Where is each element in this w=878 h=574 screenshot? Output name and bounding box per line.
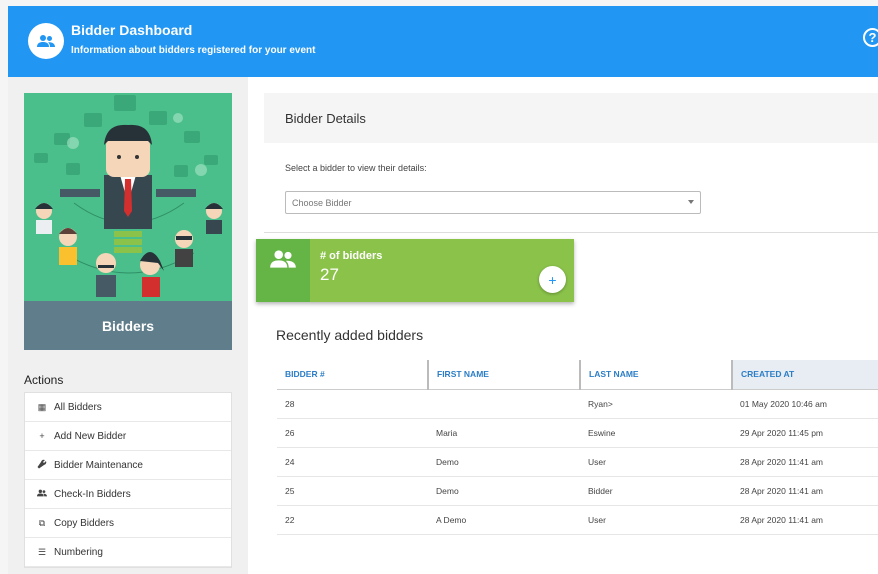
- cell-first-name: Demo: [428, 476, 580, 506]
- cell-created-at: 28 Apr 2020 11:41 am: [732, 505, 878, 535]
- bidder-count-card: # of bidders 27 +: [256, 239, 574, 302]
- cell-first-name: Demo: [428, 447, 580, 477]
- cell-bidder-number: 24: [277, 447, 428, 477]
- column-header-bidder-number[interactable]: BIDDER #: [277, 360, 428, 390]
- select-placeholder: Choose Bidder: [292, 197, 352, 208]
- cell-bidder-number: 22: [277, 505, 428, 535]
- table-row[interactable]: 25 Demo Bidder 28 Apr 2020 11:41 am: [277, 476, 878, 506]
- table-header-row: BIDDER # FIRST NAME LAST NAME CREATED AT: [277, 360, 878, 390]
- action-copy-bidders[interactable]: ⧉ Copy Bidders: [25, 509, 231, 538]
- stat-label: # of bidders: [320, 250, 383, 262]
- bidder-details-card: Bidder Details: [264, 93, 878, 143]
- chevron-down-icon: [688, 200, 694, 204]
- help-icon[interactable]: ?: [863, 28, 878, 47]
- actions-title: Actions: [24, 373, 64, 387]
- stat-value: 27: [320, 265, 339, 284]
- column-header-created-at[interactable]: CREATED AT: [731, 360, 878, 390]
- action-label: Copy Bidders: [54, 517, 115, 529]
- cell-first-name: [428, 389, 580, 419]
- copy-icon: ⧉: [38, 517, 46, 528]
- cell-created-at: 28 Apr 2020 11:41 am: [732, 476, 878, 506]
- table-row[interactable]: 24 Demo User 28 Apr 2020 11:41 am: [277, 447, 878, 477]
- cell-bidder-number: 28: [277, 389, 428, 419]
- action-bidder-maintenance[interactable]: Bidder Maintenance: [25, 451, 231, 480]
- bidders-hero[interactable]: Bidders: [24, 93, 232, 350]
- action-add-new-bidder[interactable]: + Add New Bidder: [25, 422, 231, 451]
- cell-last-name: Eswine: [580, 418, 732, 448]
- table-row[interactable]: 26 Maria Eswine 29 Apr 2020 11:45 pm: [277, 418, 878, 448]
- recent-bidders-table: BIDDER # FIRST NAME LAST NAME CREATED AT…: [277, 360, 878, 535]
- action-label: Numbering: [54, 546, 103, 558]
- cell-last-name: Ryan>: [580, 389, 732, 419]
- people-icon: [270, 250, 296, 268]
- choose-bidder-select[interactable]: Choose Bidder: [285, 191, 701, 214]
- left-column: Bidders Actions ▦ All Bidders + Add New …: [8, 77, 248, 574]
- cell-last-name: Bidder: [580, 476, 732, 506]
- cell-last-name: User: [580, 447, 732, 477]
- stat-icon-area: [256, 239, 310, 302]
- cell-last-name: User: [580, 505, 732, 535]
- column-header-last-name[interactable]: LAST NAME: [579, 360, 732, 390]
- cell-first-name: Maria: [428, 418, 580, 448]
- divider: [264, 232, 878, 233]
- action-label: Add New Bidder: [54, 430, 127, 442]
- cell-created-at: 29 Apr 2020 11:45 pm: [732, 418, 878, 448]
- select-bidder-label: Select a bidder to view their details:: [285, 163, 427, 173]
- cell-created-at: 01 May 2020 10:46 am: [732, 389, 878, 419]
- hero-caption: Bidders: [24, 301, 232, 350]
- cell-bidder-number: 25: [277, 476, 428, 506]
- list-icon: ☰: [37, 546, 47, 557]
- action-check-in-bidders[interactable]: Check-In Bidders: [25, 480, 231, 509]
- page-title: Bidder Dashboard: [71, 22, 193, 38]
- bidder-details-title: Bidder Details: [285, 111, 366, 126]
- bidders-illustration: [34, 95, 223, 297]
- page-subtitle: Information about bidders registered for…: [71, 45, 316, 56]
- action-label: Check-In Bidders: [54, 488, 131, 500]
- add-bidder-button[interactable]: +: [539, 266, 566, 293]
- table-row[interactable]: 22 A Demo User 28 Apr 2020 11:41 am: [277, 505, 878, 535]
- header-avatar: [28, 23, 64, 59]
- cell-bidder-number: 26: [277, 418, 428, 448]
- wrench-icon: [37, 459, 47, 471]
- actions-list: ▦ All Bidders + Add New Bidder Bidder Ma…: [24, 392, 232, 568]
- people-icon: [37, 35, 55, 47]
- action-label: All Bidders: [54, 401, 102, 413]
- action-label: Bidder Maintenance: [54, 459, 143, 471]
- plus-icon: +: [39, 431, 45, 441]
- column-header-first-name[interactable]: FIRST NAME: [427, 360, 580, 390]
- action-all-bidders[interactable]: ▦ All Bidders: [25, 393, 231, 422]
- page-header: Bidder Dashboard Information about bidde…: [8, 6, 878, 77]
- cell-first-name: A Demo: [428, 505, 580, 535]
- table-row[interactable]: 28 Ryan> 01 May 2020 10:46 am: [277, 389, 878, 419]
- action-numbering[interactable]: ☰ Numbering: [25, 538, 231, 567]
- cell-created-at: 28 Apr 2020 11:41 am: [732, 447, 878, 477]
- recent-bidders-title: Recently added bidders: [276, 327, 424, 343]
- people-icon: [37, 489, 47, 499]
- grid-icon: ▦: [37, 401, 47, 412]
